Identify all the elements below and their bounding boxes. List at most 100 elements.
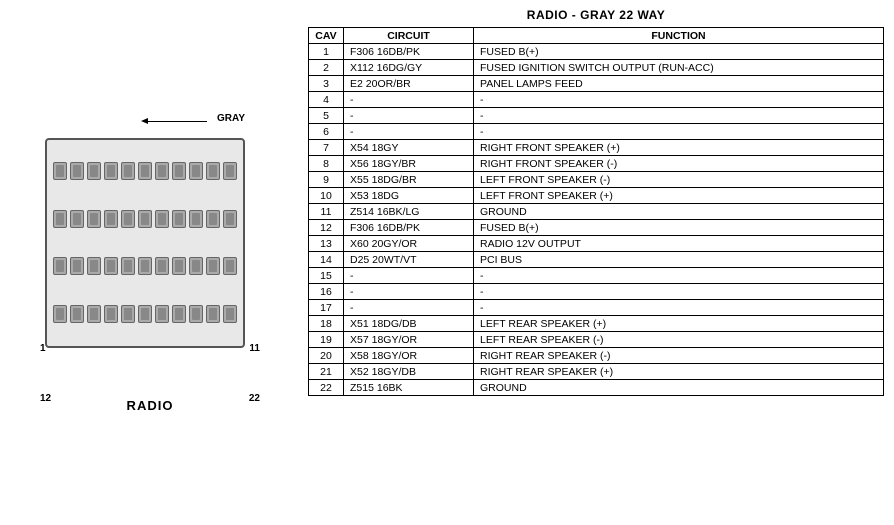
cell-cav: 17 (309, 300, 344, 316)
cell-circuit: - (344, 268, 474, 284)
table-row: 18X51 18DG/DBLEFT REAR SPEAKER (+) (309, 316, 884, 332)
cell-cav: 22 (309, 380, 344, 396)
pin (155, 305, 169, 323)
cell-circuit: X54 18GY (344, 140, 474, 156)
radio-label: RADIO (127, 398, 174, 413)
cell-cav: 5 (309, 108, 344, 124)
right-panel: RADIO - GRAY 22 WAY CAV CIRCUIT FUNCTION… (300, 0, 894, 525)
cell-circuit: X58 18GY/OR (344, 348, 474, 364)
table-row: 16-- (309, 284, 884, 300)
table-row: 9X55 18DG/BRLEFT FRONT SPEAKER (-) (309, 172, 884, 188)
pin (155, 210, 169, 228)
cell-function: FUSED B(+) (474, 44, 884, 60)
pin (138, 210, 152, 228)
cell-cav: 18 (309, 316, 344, 332)
pin (70, 305, 84, 323)
cell-cav: 6 (309, 124, 344, 140)
cell-circuit: X53 18DG (344, 188, 474, 204)
header-cav: CAV (309, 28, 344, 44)
pin (155, 162, 169, 180)
pin (121, 210, 135, 228)
pin (121, 305, 135, 323)
cell-cav: 16 (309, 284, 344, 300)
cell-circuit: Z514 16BK/LG (344, 204, 474, 220)
pin (53, 305, 67, 323)
table-header-row: CAV CIRCUIT FUNCTION (309, 28, 884, 44)
pin (87, 162, 101, 180)
pin (172, 162, 186, 180)
pin (223, 305, 237, 323)
table-row: 7X54 18GYRIGHT FRONT SPEAKER (+) (309, 140, 884, 156)
pin (87, 210, 101, 228)
cell-cav: 4 (309, 92, 344, 108)
pin (206, 210, 220, 228)
cell-cav: 13 (309, 236, 344, 252)
cell-circuit: X56 18GY/BR (344, 156, 474, 172)
cell-circuit: - (344, 108, 474, 124)
cell-cav: 21 (309, 364, 344, 380)
cell-function: LEFT FRONT SPEAKER (+) (474, 188, 884, 204)
cell-function: PANEL LAMPS FEED (474, 76, 884, 92)
cell-function: - (474, 108, 884, 124)
cell-cav: 8 (309, 156, 344, 172)
table-row: 21X52 18GY/DBRIGHT REAR SPEAKER (+) (309, 364, 884, 380)
pin (121, 162, 135, 180)
cell-cav: 15 (309, 268, 344, 284)
pin (53, 162, 67, 180)
pin (70, 257, 84, 275)
corner-num-top-left: 1 (40, 343, 46, 354)
connector-box (45, 138, 245, 348)
table-row: 19X57 18GY/ORLEFT REAR SPEAKER (-) (309, 332, 884, 348)
cell-cav: 11 (309, 204, 344, 220)
cell-cav: 1 (309, 44, 344, 60)
cell-function: RIGHT FRONT SPEAKER (+) (474, 140, 884, 156)
table-row: 11Z514 16BK/LGGROUND (309, 204, 884, 220)
cell-circuit: - (344, 124, 474, 140)
left-panel: GRAY (0, 0, 300, 525)
pin (189, 257, 203, 275)
corner-num-bottom-right: 22 (249, 393, 260, 404)
cell-circuit: D25 20WT/VT (344, 252, 474, 268)
pin (104, 162, 118, 180)
pin (138, 305, 152, 323)
pin (172, 257, 186, 275)
cell-function: RIGHT REAR SPEAKER (-) (474, 348, 884, 364)
pin (189, 305, 203, 323)
cell-function: - (474, 268, 884, 284)
cell-function: LEFT REAR SPEAKER (+) (474, 316, 884, 332)
cell-circuit: - (344, 92, 474, 108)
cell-function: RADIO 12V OUTPUT (474, 236, 884, 252)
pin (87, 257, 101, 275)
cell-function: - (474, 300, 884, 316)
cell-function: PCI BUS (474, 252, 884, 268)
cell-cav: 20 (309, 348, 344, 364)
cell-circuit: F306 16DB/PK (344, 220, 474, 236)
cell-cav: 14 (309, 252, 344, 268)
table-title: RADIO - GRAY 22 WAY (308, 8, 884, 22)
pin-row-4 (53, 305, 237, 323)
table-row: 22Z515 16BKGROUND (309, 380, 884, 396)
pin (223, 162, 237, 180)
pin (155, 257, 169, 275)
cell-circuit: X55 18DG/BR (344, 172, 474, 188)
corner-num-bottom-left: 12 (40, 393, 51, 404)
cell-function: FUSED IGNITION SWITCH OUTPUT (RUN-ACC) (474, 60, 884, 76)
cell-circuit: E2 20OR/BR (344, 76, 474, 92)
cell-function: FUSED B(+) (474, 220, 884, 236)
pin (138, 257, 152, 275)
table-row: 20X58 18GY/ORRIGHT REAR SPEAKER (-) (309, 348, 884, 364)
header-function: FUNCTION (474, 28, 884, 44)
pin (104, 257, 118, 275)
cell-circuit: Z515 16BK (344, 380, 474, 396)
table-row: 4-- (309, 92, 884, 108)
wiring-table: CAV CIRCUIT FUNCTION 1F306 16DB/PKFUSED … (308, 27, 884, 396)
pin (121, 257, 135, 275)
cell-function: LEFT FRONT SPEAKER (-) (474, 172, 884, 188)
table-row: 6-- (309, 124, 884, 140)
cell-circuit: X51 18DG/DB (344, 316, 474, 332)
pin (104, 305, 118, 323)
cell-function: GROUND (474, 204, 884, 220)
table-row: 15-- (309, 268, 884, 284)
header-circuit: CIRCUIT (344, 28, 474, 44)
cell-function: - (474, 284, 884, 300)
